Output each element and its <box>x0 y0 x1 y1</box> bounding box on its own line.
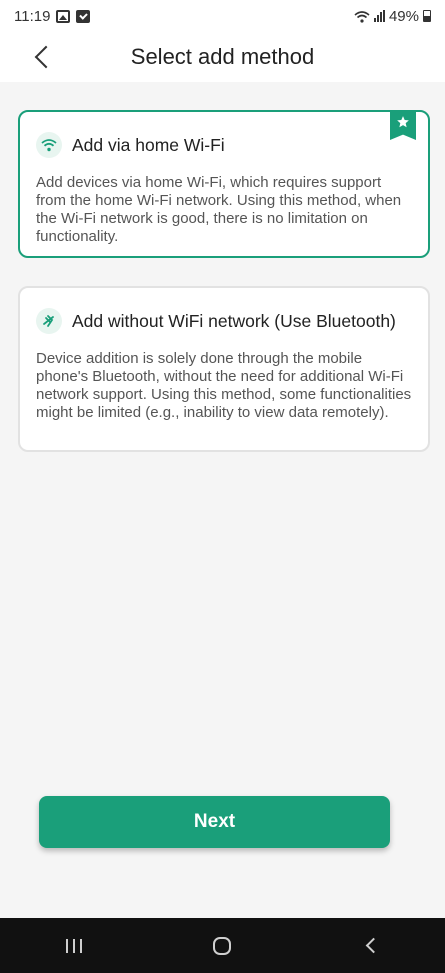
gallery-notification-icon <box>56 9 71 23</box>
next-button[interactable]: Next <box>39 796 390 848</box>
method-card-bluetooth-description: Device addition is solely done through t… <box>36 350 412 421</box>
method-card-bluetooth-title-row: Add without WiFi network (Use Bluetooth) <box>36 308 412 334</box>
chevron-left-icon <box>34 45 58 69</box>
status-left: 11:19 <box>14 7 91 25</box>
status-time: 11:19 <box>14 7 51 25</box>
page-title: Select add method <box>130 44 315 69</box>
method-card-bluetooth-title: Add without WiFi network (Use Bluetooth) <box>72 310 396 331</box>
check-notification-icon <box>76 9 91 23</box>
system-nav-bar <box>0 918 445 973</box>
method-card-bluetooth[interactable]: Add without WiFi network (Use Bluetooth)… <box>18 286 430 452</box>
method-card-wifi-title-row: Add via home Wi-Fi <box>36 132 412 158</box>
back-icon <box>366 937 382 954</box>
wifi-status-icon <box>354 10 370 23</box>
home-icon <box>213 936 232 955</box>
header: Select add method <box>0 32 445 82</box>
system-back-button[interactable] <box>341 926 401 966</box>
method-card-wifi[interactable]: Add via home Wi-Fi Add devices via home … <box>18 110 430 258</box>
star-icon <box>397 116 409 128</box>
back-button[interactable] <box>28 40 58 74</box>
status-right: 49% <box>354 8 431 25</box>
home-button[interactable] <box>192 926 252 966</box>
recent-apps-button[interactable] <box>44 926 104 966</box>
method-card-wifi-title: Add via home Wi-Fi <box>72 134 225 155</box>
signal-strength-icon <box>373 10 385 22</box>
battery-icon <box>423 10 431 22</box>
bluetooth-icon <box>36 308 62 334</box>
recent-apps-icon <box>66 938 83 953</box>
battery-percent: 49% <box>388 7 419 25</box>
status-bar: 11:19 49% <box>0 0 445 32</box>
screen: 11:19 49% Select add method Add via home… <box>0 0 445 973</box>
wifi-icon <box>36 132 62 158</box>
method-card-wifi-description: Add devices via home Wi-Fi, which requir… <box>36 174 402 245</box>
